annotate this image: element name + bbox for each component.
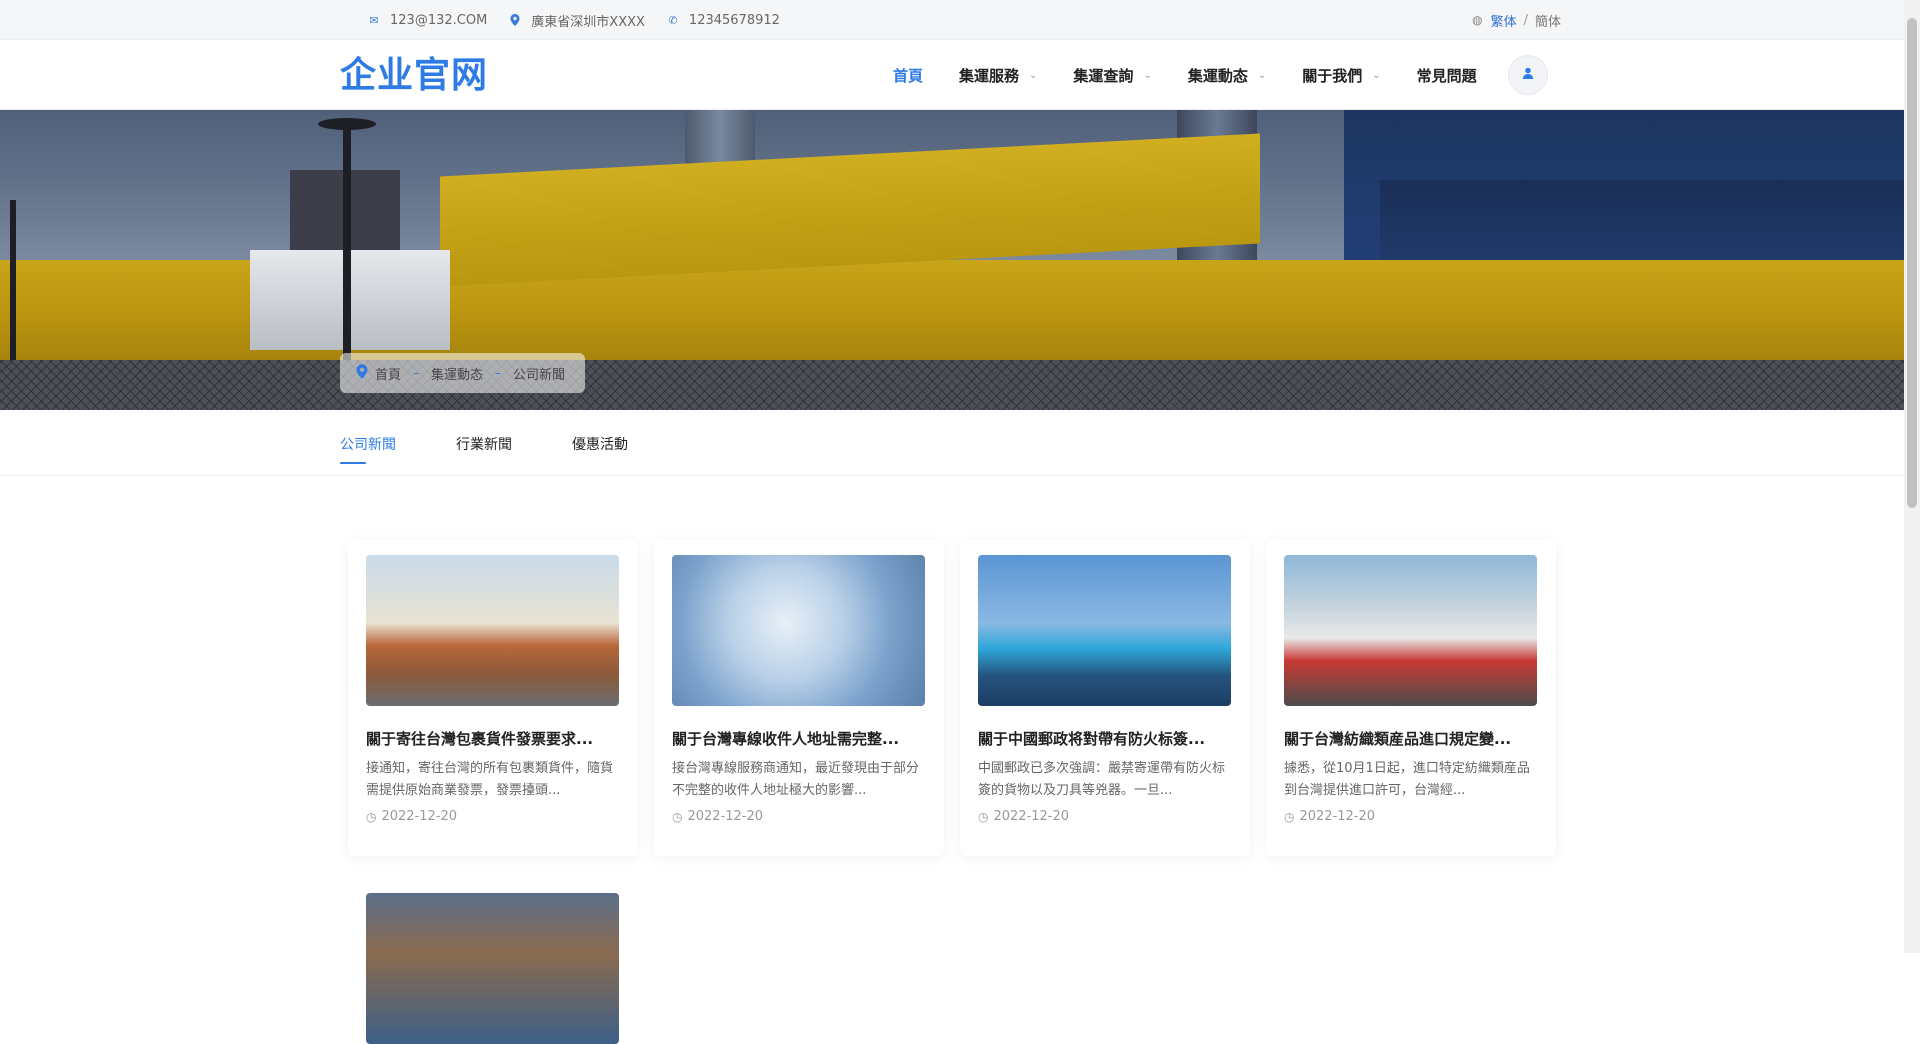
phone-info: ✆ 12345678912 xyxy=(667,13,780,28)
news-date-text: 2022-12-20 xyxy=(993,809,1070,824)
news-date: ◷ 2022-12-20 xyxy=(978,809,1069,824)
nav-shipping-service-label: 集運服務 xyxy=(959,66,1020,85)
nav-shipping-news[interactable]: 集運動态 ⌄ xyxy=(1188,65,1266,86)
breadcrumb-separator: – xyxy=(495,366,502,380)
news-date-text: 2022-12-20 xyxy=(1299,809,1376,824)
nav-home-label: 首頁 xyxy=(893,66,924,85)
news-card[interactable]: 關于中國郵政将對帶有防火标簽... 中國郵政已多次強調：嚴禁寄運帶有防火标簽的貨… xyxy=(960,540,1250,856)
nav-faq-label: 常見問題 xyxy=(1416,66,1477,85)
news-thumbnail xyxy=(366,893,619,1044)
phone-text: 12345678912 xyxy=(688,12,780,28)
news-date-text: 2022-12-20 xyxy=(687,809,764,824)
location-pin-icon xyxy=(356,363,368,383)
nav-shipping-query[interactable]: 集運查詢 ⌄ xyxy=(1073,65,1151,86)
news-summary: 接通知，寄往台灣的所有包裹類貨件，隨貨需提供原始商業發票，發票擡頭... xyxy=(366,761,614,798)
address-info: 廣東省深圳市XXXX xyxy=(509,11,645,30)
page-scrollbar[interactable] xyxy=(1904,0,1920,953)
scrollbar-thumb[interactable] xyxy=(1907,18,1917,508)
tab-promotions[interactable]: 優惠活動 xyxy=(572,434,628,454)
breadcrumb-separator: – xyxy=(413,366,420,380)
nav-shipping-query-label: 集運查詢 xyxy=(1073,66,1134,85)
news-card[interactable]: 關于台灣紡織類産品進口規定變... 據悉，從10月1日起，進口特定紡織類産品到台… xyxy=(1266,540,1556,856)
location-pin-icon xyxy=(509,14,521,26)
news-thumbnail xyxy=(1284,555,1537,706)
news-thumbnail xyxy=(672,555,925,706)
site-logo[interactable]: 企业官网 xyxy=(340,54,488,98)
news-date: ◷ 2022-12-20 xyxy=(672,809,763,824)
chevron-down-icon: ⌄ xyxy=(1029,69,1038,81)
news-title[interactable]: 關于台灣紡織類産品進口規定變... xyxy=(1284,728,1537,749)
nav-home[interactable]: 首頁 xyxy=(893,65,923,86)
clock-icon: ◷ xyxy=(1284,809,1295,824)
news-summary: 中國郵政已多次強調：嚴禁寄運帶有防火标簽的貨物以及刀具等兇器。一旦... xyxy=(978,761,1226,798)
news-title[interactable]: 關于台灣專線收件人地址需完整... xyxy=(672,728,925,749)
news-thumbnail xyxy=(978,555,1231,706)
news-card[interactable] xyxy=(348,878,638,1044)
news-title[interactable]: 關于寄往台灣包裹貨件發票要求... xyxy=(366,728,619,749)
news-category-tabs: 公司新聞 行業新聞 優惠活動 xyxy=(0,410,1904,476)
nav-faq[interactable]: 常見問題 xyxy=(1417,65,1477,86)
nav-shipping-news-label: 集運動态 xyxy=(1187,66,1248,85)
news-date: ◷ 2022-12-20 xyxy=(366,809,457,824)
chevron-down-icon: ⌄ xyxy=(1143,69,1152,81)
phone-icon: ✆ xyxy=(668,13,678,27)
hero-banner-image xyxy=(0,110,1904,410)
clock-icon: ◷ xyxy=(978,809,989,824)
nav-about-us-label: 關于我們 xyxy=(1302,66,1363,85)
tab-industry-news[interactable]: 行業新聞 xyxy=(456,434,512,454)
tab-company-news[interactable]: 公司新聞 xyxy=(340,434,396,454)
lang-traditional-link[interactable]: 繁体 xyxy=(1491,11,1517,30)
news-thumbnail xyxy=(366,555,619,706)
news-date: ◷ 2022-12-20 xyxy=(1284,809,1375,824)
email-text: 123@132.COM xyxy=(390,12,488,28)
user-account-button[interactable] xyxy=(1508,55,1548,95)
news-summary: 接台灣專線服務商通知，最近發現由于部分不完整的收件人地址極大的影響... xyxy=(672,761,920,798)
mail-icon: ✉ xyxy=(369,13,379,27)
news-date-text: 2022-12-20 xyxy=(381,809,458,824)
nav-about-us[interactable]: 關于我們 ⌄ xyxy=(1302,65,1380,86)
news-title[interactable]: 關于中國郵政将對帶有防火标簽... xyxy=(978,728,1231,749)
breadcrumb-home[interactable]: 首頁 xyxy=(375,364,401,383)
breadcrumb-current: 公司新聞 xyxy=(513,367,566,383)
main-nav: 首頁 集運服務 ⌄ 集運查詢 ⌄ 集運動态 ⌄ 關于我們 ⌄ 常見問題 xyxy=(893,40,1513,110)
clock-icon: ◷ xyxy=(672,809,683,824)
nav-shipping-service[interactable]: 集運服務 ⌄ xyxy=(959,65,1037,86)
chevron-down-icon: ⌄ xyxy=(1257,69,1267,81)
top-info-bar: ✉ 123@132.COM 廣東省深圳市XXXX ✆ 12345678912 ◍… xyxy=(0,0,1904,40)
address-text: 廣東省深圳市XXXX xyxy=(531,14,645,30)
news-card[interactable]: 關于台灣專線收件人地址需完整... 接台灣專線服務商通知，最近發現由于部分不完整… xyxy=(654,540,944,856)
chevron-down-icon: ⌄ xyxy=(1372,69,1381,81)
globe-icon: ◍ xyxy=(1472,13,1483,27)
breadcrumb: 首頁 – 集運動态 – 公司新聞 xyxy=(340,353,586,393)
email-info: ✉ 123@132.COM xyxy=(368,13,487,28)
lang-separator: / xyxy=(1523,12,1528,28)
news-summary: 據悉，從10月1日起，進口特定紡織類産品到台灣提供進口許可，台灣經... xyxy=(1284,761,1530,798)
active-tab-indicator xyxy=(340,462,366,464)
user-icon xyxy=(1522,67,1534,83)
contact-info: ✉ 123@132.COM 廣東省深圳市XXXX ✆ 12345678912 xyxy=(368,0,802,40)
breadcrumb-news[interactable]: 集運動态 xyxy=(431,364,483,383)
clock-icon: ◷ xyxy=(366,809,377,824)
language-switcher: ◍ 繁体 / 簡体 xyxy=(1472,0,1561,40)
lang-simplified-link[interactable]: 簡体 xyxy=(1535,11,1561,30)
news-card[interactable]: 關于寄往台灣包裹貨件發票要求... 接通知，寄往台灣的所有包裹類貨件，隨貨需提供… xyxy=(348,540,638,856)
main-header: 企业官网 首頁 集運服務 ⌄ 集運查詢 ⌄ 集運動态 ⌄ 關于我們 ⌄ 常見問題 xyxy=(0,40,1904,110)
